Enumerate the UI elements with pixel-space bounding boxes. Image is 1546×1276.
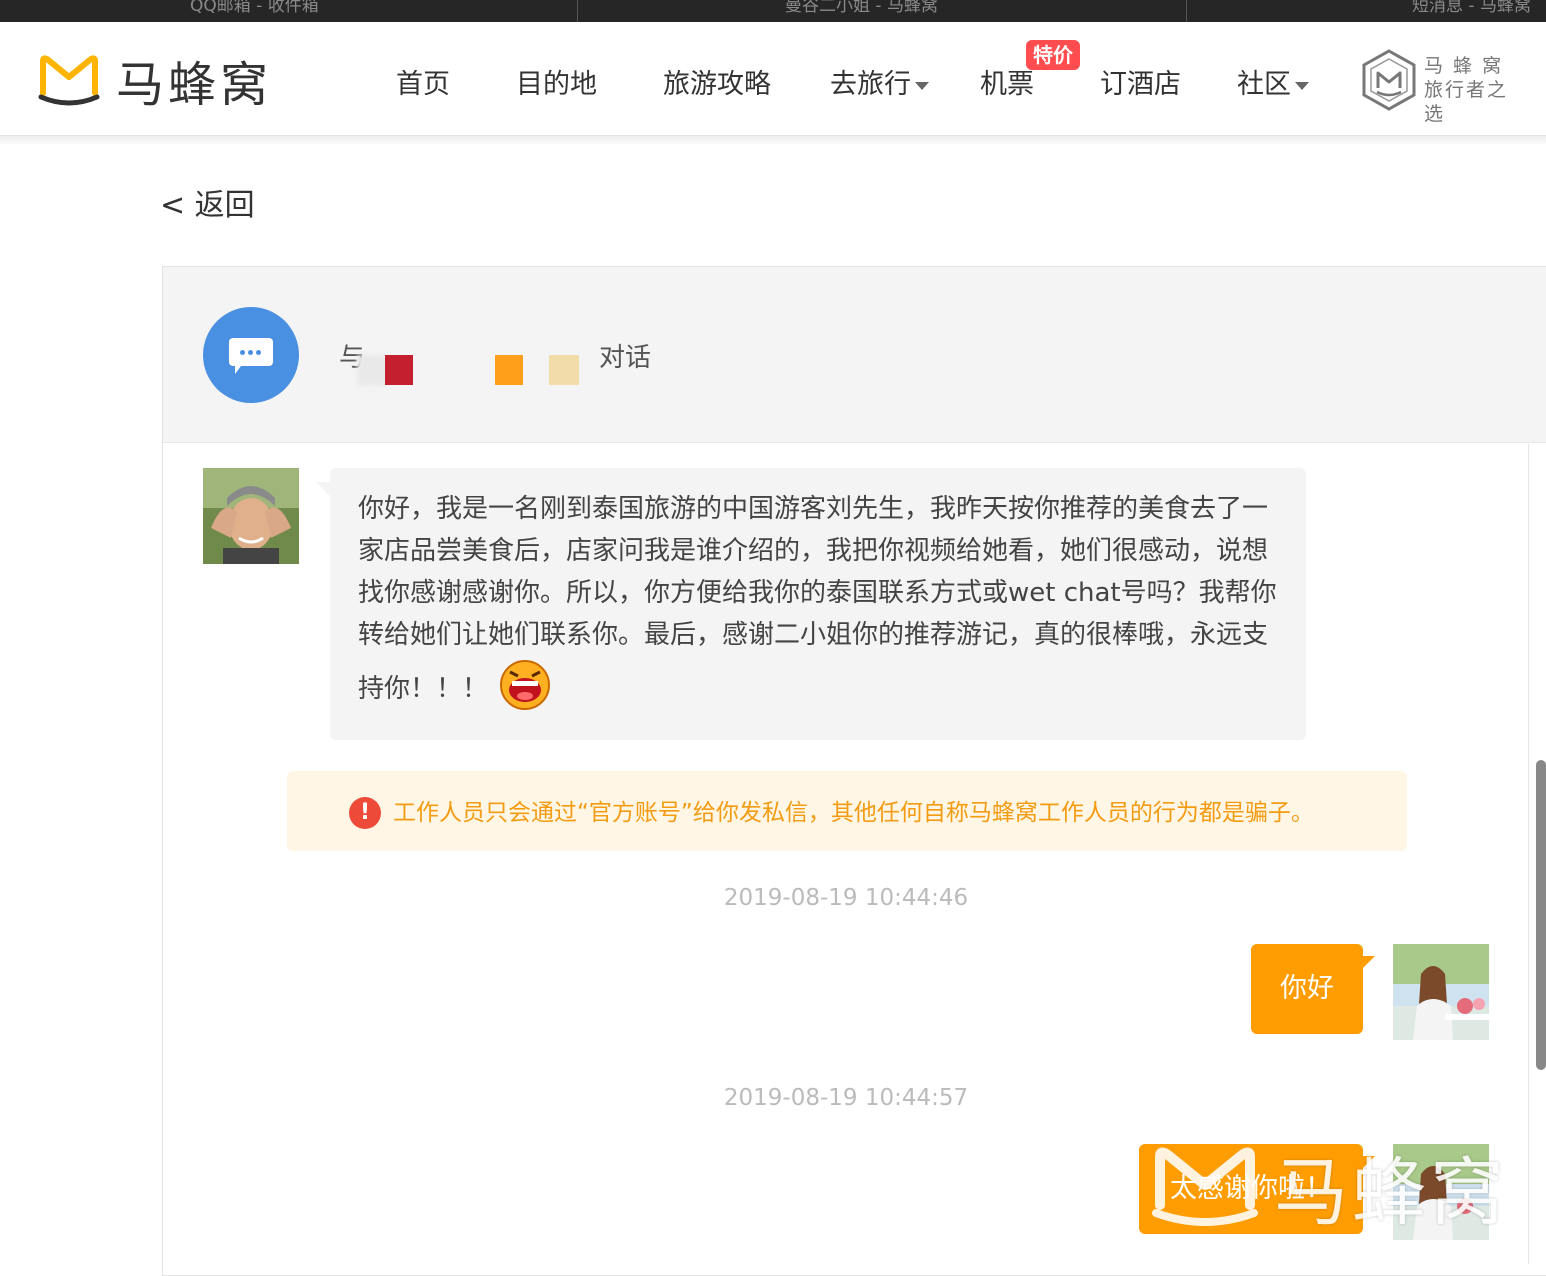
nav-label: 去旅行 bbox=[830, 69, 911, 100]
slogan-line: 马 蜂 窝 bbox=[1424, 55, 1504, 77]
mafengwo-logo-icon bbox=[38, 55, 100, 106]
chevron-down-icon bbox=[915, 81, 929, 90]
message-timestamp: 2019-08-19 10:44:57 bbox=[723, 1085, 969, 1111]
my-avatar[interactable] bbox=[1393, 944, 1489, 1040]
conversation-title-suffix: 对话 bbox=[599, 343, 652, 373]
nav-label: 首页 bbox=[396, 69, 450, 100]
nav-home[interactable]: 首页 bbox=[396, 62, 450, 101]
redacted-username bbox=[385, 355, 413, 385]
conversation-header: 与 对话 bbox=[163, 267, 1546, 443]
back-link[interactable]: < 返回 bbox=[160, 180, 255, 224]
nav-travel-guide[interactable]: 旅游攻略 bbox=[663, 62, 771, 101]
mafengwo-watermark-icon bbox=[1152, 1147, 1258, 1226]
nav-label: 机票 bbox=[980, 69, 1034, 100]
message-timestamp: 2019-08-19 10:44:46 bbox=[723, 885, 969, 911]
header-shadow bbox=[0, 136, 1546, 144]
alert-icon: ! bbox=[349, 797, 381, 829]
browser-tab-strip: QQ邮箱 - 收件箱 曼谷二小姐 - 马蜂窝 短消息 - 马蜂窝 bbox=[0, 0, 1546, 22]
nav-label: 目的地 bbox=[516, 69, 597, 100]
browser-tab[interactable]: 短消息 - 马蜂窝 bbox=[1412, 0, 1531, 16]
hexagon-logo-icon bbox=[1362, 49, 1416, 111]
nav-hotels[interactable]: 订酒店 bbox=[1100, 62, 1181, 101]
outgoing-message: 你好 bbox=[1251, 944, 1375, 1034]
conversation-panel: 与 对话 你好，我是一名刚到泰国旅游的中国游客刘先生，我昨天按你推荐的美食去了一… bbox=[162, 266, 1546, 1276]
browser-tab[interactable]: QQ邮箱 - 收件箱 bbox=[190, 0, 319, 16]
redacted-username bbox=[495, 355, 523, 385]
special-price-badge: 特价 bbox=[1026, 40, 1080, 70]
nav-label: 旅游攻略 bbox=[663, 69, 771, 100]
nav-label: 订酒店 bbox=[1100, 69, 1181, 100]
tab-divider bbox=[577, 0, 578, 22]
nav-destination[interactable]: 目的地 bbox=[516, 62, 597, 101]
tab-divider bbox=[1186, 0, 1187, 22]
chat-bubble-icon bbox=[203, 307, 299, 403]
warning-text: 工作人员只会通过“官方账号”给你发私信，其他任何自称马蜂窝工作人员的行为都是骗子… bbox=[393, 800, 1314, 826]
redacted-username bbox=[357, 355, 387, 385]
nav-label: 社区 bbox=[1237, 69, 1291, 100]
scrollbar-thumb[interactable] bbox=[1536, 760, 1546, 1070]
slogan-badge: 马 蜂 窝 旅行者之选 bbox=[1360, 48, 1520, 125]
laughing-emoji-icon bbox=[496, 656, 554, 723]
outgoing-message-text: 你好 bbox=[1280, 973, 1334, 1004]
sender-avatar[interactable] bbox=[203, 468, 299, 564]
security-warning: ! 工作人员只会通过“官方账号”给你发私信，其他任何自称马蜂窝工作人员的行为都是… bbox=[287, 771, 1407, 851]
watermark: 马蜂窝 bbox=[1150, 1136, 1508, 1236]
logo-text: 马蜂窝 bbox=[116, 57, 273, 113]
redacted-username bbox=[549, 355, 579, 385]
nav-flights[interactable]: 机票 bbox=[980, 62, 1034, 101]
incoming-message: 你好，我是一名刚到泰国旅游的中国游客刘先生，我昨天按你推荐的美食去了一家店品尝美… bbox=[316, 468, 1306, 740]
site-header: 马蜂窝 首页 目的地 旅游攻略 去旅行 机票 特价 订酒店 社区 马 蜂 窝 旅… bbox=[0, 22, 1546, 136]
slogan-line: 旅行者之选 bbox=[1424, 79, 1509, 125]
scroll-track bbox=[1528, 444, 1529, 1264]
chevron-down-icon bbox=[1295, 81, 1309, 90]
nav-community[interactable]: 社区 bbox=[1237, 62, 1309, 101]
watermark-text: 马蜂窝 bbox=[1274, 1149, 1508, 1236]
nav-go-travel[interactable]: 去旅行 bbox=[830, 62, 929, 101]
site-logo[interactable]: 马蜂窝 bbox=[38, 52, 272, 113]
slogan-text: 马 蜂 窝 旅行者之选 bbox=[1424, 54, 1520, 126]
browser-tab[interactable]: 曼谷二小姐 - 马蜂窝 bbox=[785, 0, 938, 16]
